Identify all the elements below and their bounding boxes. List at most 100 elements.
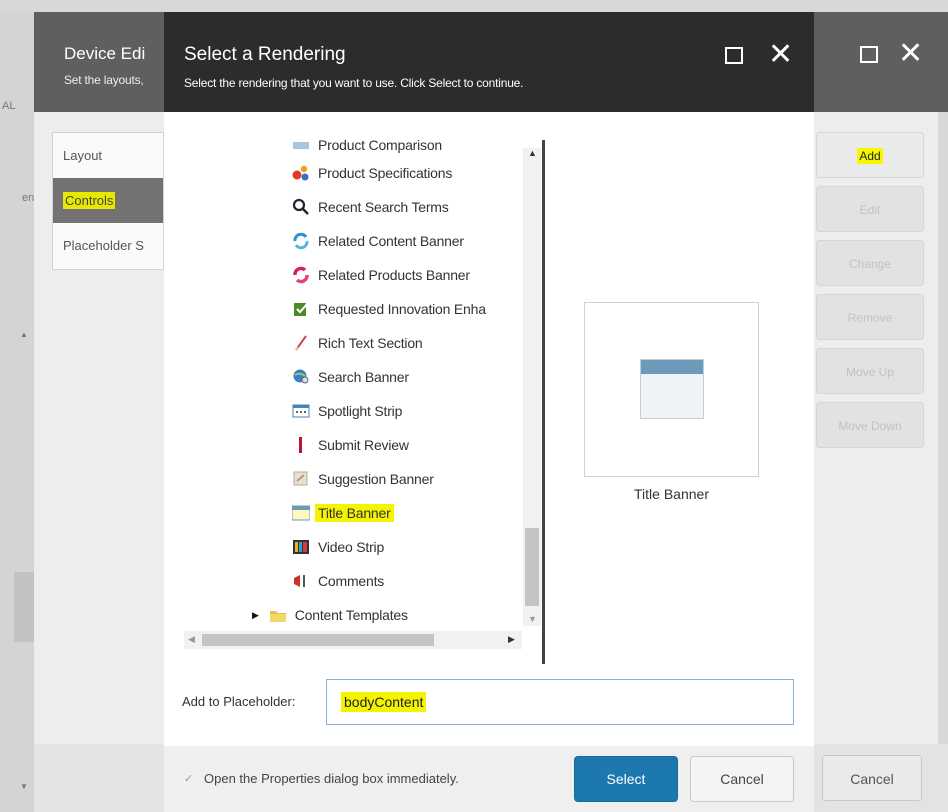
left-edge-panel: AL en ▲ ▼ bbox=[0, 12, 34, 812]
add-button[interactable]: Add bbox=[816, 132, 924, 178]
select-rendering-dialog: Select a Rendering Select the rendering … bbox=[164, 12, 814, 812]
move-up-button[interactable]: Move Up bbox=[816, 348, 924, 394]
tree-item-label: Related Content Banner bbox=[318, 233, 464, 249]
globe-search-icon bbox=[292, 368, 310, 386]
nav-item-label: Controls bbox=[63, 192, 116, 209]
right-edge-strip bbox=[938, 112, 948, 812]
submit-review-icon bbox=[292, 436, 310, 454]
scroll-thumb[interactable] bbox=[202, 634, 434, 646]
tree-item-rich-text-section[interactable]: Rich Text Section bbox=[292, 330, 423, 356]
folder-icon bbox=[269, 606, 287, 624]
expand-arrow-icon[interactable]: ▶ bbox=[252, 610, 259, 621]
tree-item-label: Spotlight Strip bbox=[318, 403, 403, 419]
tree-item-label: Search Banner bbox=[318, 369, 409, 385]
cancel-button[interactable]: Cancel bbox=[690, 756, 794, 802]
tree-item-label: Product Comparison bbox=[318, 140, 443, 153]
left-edge-scroll-thumb[interactable] bbox=[14, 572, 34, 642]
tree-item-label: Suggestion Banner bbox=[318, 471, 434, 487]
device-editor-cancel-button[interactable]: Cancel bbox=[822, 755, 922, 801]
rendering-tree: Product Comparison Product Specification… bbox=[184, 140, 522, 625]
dialog-subtitle: Select the rendering that you want to us… bbox=[184, 76, 524, 90]
close-icon[interactable]: ✕ bbox=[898, 36, 923, 71]
tree-item-video-strip[interactable]: Video Strip bbox=[292, 534, 384, 560]
scroll-left-icon[interactable]: ◀ bbox=[188, 634, 195, 645]
search-icon bbox=[292, 198, 310, 216]
specifications-icon bbox=[292, 164, 310, 182]
close-icon[interactable]: ✕ bbox=[768, 37, 793, 72]
device-editor-subtitle: Set the layouts, bbox=[64, 73, 144, 87]
tree-item-related-products-banner[interactable]: Related Products Banner bbox=[292, 262, 470, 288]
tree-item-title-banner[interactable]: Title Banner bbox=[291, 500, 394, 526]
scroll-up-icon[interactable]: ▲ bbox=[528, 148, 537, 158]
tree-item-label: Related Products Banner bbox=[318, 267, 470, 283]
comparison-icon bbox=[292, 140, 310, 154]
related-content-icon bbox=[292, 232, 310, 250]
tree-item-label: Requested Innovation Enha bbox=[318, 301, 486, 317]
nav-item-placeholder-settings[interactable]: Placeholder S bbox=[53, 223, 163, 268]
placeholder-input-value: bodyContent bbox=[341, 692, 427, 712]
tree-item-label: Product Specifications bbox=[318, 165, 453, 181]
tree-item-label: Rich Text Section bbox=[318, 335, 423, 351]
tree-item-label: Content Templates bbox=[294, 607, 408, 623]
tree-item-comments[interactable]: Comments bbox=[292, 568, 384, 594]
tree-item-submit-review[interactable]: Submit Review bbox=[292, 432, 409, 458]
panel-divider bbox=[542, 140, 545, 664]
tree-item-spotlight-strip[interactable]: Spotlight Strip bbox=[292, 398, 402, 424]
placeholder-input[interactable]: bodyContent bbox=[326, 679, 794, 725]
nav-item-layout[interactable]: Layout bbox=[53, 133, 163, 178]
checkbox-checked-icon[interactable]: ✓ bbox=[184, 773, 196, 785]
change-button[interactable]: Change bbox=[816, 240, 924, 286]
tree-item-search-banner[interactable]: Search Banner bbox=[292, 364, 409, 390]
scroll-down-arrow[interactable]: ▼ bbox=[20, 782, 28, 791]
dialog-title: Select a Rendering bbox=[184, 44, 346, 65]
related-products-icon bbox=[292, 266, 310, 284]
top-strip bbox=[0, 0, 948, 12]
nav-item-controls[interactable]: Controls bbox=[53, 178, 163, 223]
tree-horizontal-scrollbar[interactable]: ◀ ▶ bbox=[184, 631, 522, 649]
tree-item-product-comparison[interactable]: Product Comparison bbox=[292, 140, 442, 158]
checkbox-label: Open the Properties dialog box immediate… bbox=[204, 771, 459, 786]
tree-vertical-scrollbar[interactable]: ▲ ▼ bbox=[523, 148, 541, 626]
spotlight-strip-icon bbox=[292, 402, 310, 420]
add-button-label: Add bbox=[857, 148, 883, 164]
placeholder-label: Add to Placeholder: bbox=[182, 694, 296, 709]
left-edge-text: AL bbox=[2, 100, 16, 112]
scroll-thumb[interactable] bbox=[525, 528, 539, 606]
tree-item-requested-innovation[interactable]: Requested Innovation Enha bbox=[292, 296, 486, 322]
scroll-right-icon[interactable]: ▶ bbox=[508, 634, 515, 645]
left-edge-text-2: en bbox=[22, 192, 35, 204]
title-banner-icon bbox=[291, 504, 311, 522]
suggestion-icon bbox=[292, 470, 310, 488]
remove-button[interactable]: Remove bbox=[816, 294, 924, 340]
scroll-down-icon[interactable]: ▼ bbox=[528, 614, 537, 624]
tree-item-content-templates[interactable]: ▶ Content Templates bbox=[252, 602, 408, 625]
device-editor-nav: Layout Controls Placeholder S bbox=[52, 132, 164, 270]
move-down-button[interactable]: Move Down bbox=[816, 402, 924, 448]
dialog-header: Select a Rendering Select the rendering … bbox=[164, 12, 814, 112]
tree-item-recent-search-terms[interactable]: Recent Search Terms bbox=[292, 194, 449, 220]
tree-item-label: Comments bbox=[318, 573, 385, 589]
dialog-body: Product Comparison Product Specification… bbox=[164, 112, 814, 746]
pen-icon bbox=[292, 334, 310, 352]
tree-item-label: Title Banner bbox=[315, 504, 394, 522]
tree-item-label: Video Strip bbox=[318, 539, 385, 555]
preview-label: Title Banner bbox=[634, 486, 709, 502]
dialog-footer: ✓ Open the Properties dialog box immedia… bbox=[164, 746, 814, 812]
edit-button[interactable]: Edit bbox=[816, 186, 924, 232]
tree-item-suggestion-banner[interactable]: Suggestion Banner bbox=[292, 466, 434, 492]
device-editor-action-buttons: Add Edit Change Remove Move Up Move Down bbox=[816, 132, 924, 456]
maximize-icon[interactable] bbox=[725, 47, 743, 64]
open-properties-checkbox-row[interactable]: ✓ Open the Properties dialog box immedia… bbox=[184, 771, 459, 786]
tree-item-product-specifications[interactable]: Product Specifications bbox=[292, 160, 452, 186]
comments-icon bbox=[292, 572, 310, 590]
nav-item-label: Layout bbox=[63, 148, 103, 163]
tree-item-label: Submit Review bbox=[318, 437, 409, 453]
rendering-tree-panel: Product Comparison Product Specification… bbox=[184, 140, 545, 664]
title-banner-preview-icon bbox=[640, 359, 704, 419]
device-editor-title: Device Edi bbox=[64, 44, 146, 63]
tree-item-related-content-banner[interactable]: Related Content Banner bbox=[292, 228, 464, 254]
select-button[interactable]: Select bbox=[574, 756, 678, 802]
scroll-up-arrow[interactable]: ▲ bbox=[20, 330, 28, 339]
tree-item-label: Recent Search Terms bbox=[318, 199, 449, 215]
maximize-icon[interactable] bbox=[860, 46, 878, 63]
